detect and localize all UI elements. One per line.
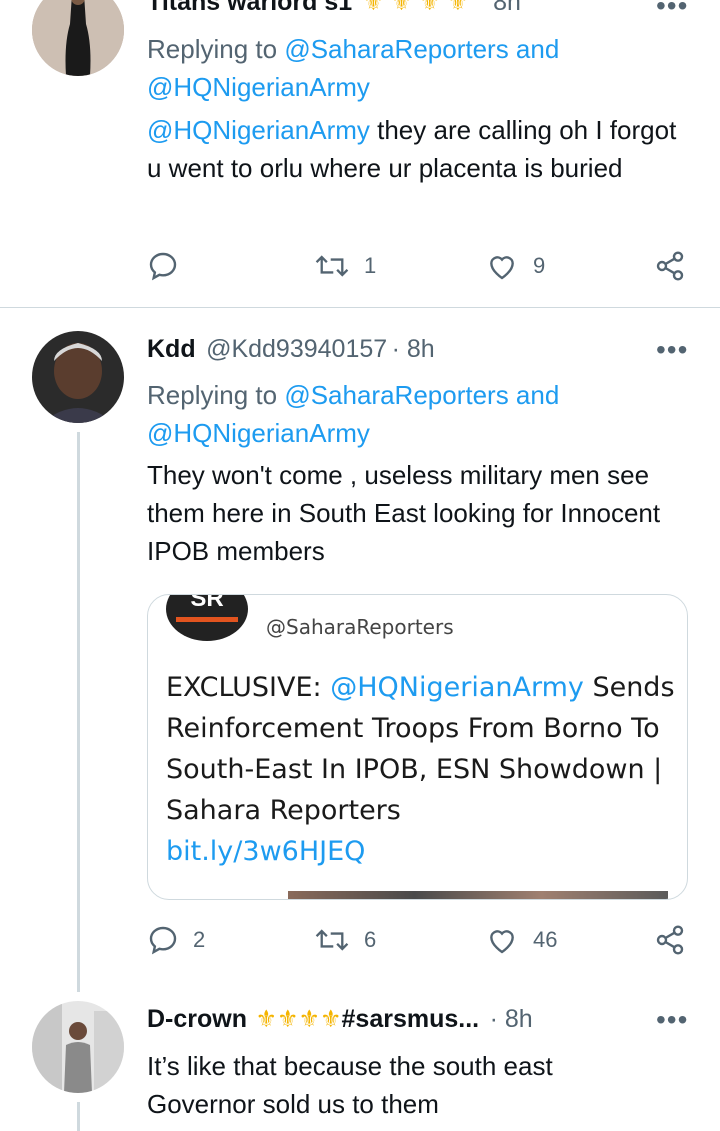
- share-button[interactable]: [654, 250, 686, 282]
- retweet-count: 6: [364, 927, 377, 952]
- tweet-text: It’s like that because the south east Go…: [147, 1051, 553, 1119]
- like-count: 46: [533, 927, 558, 952]
- display-name[interactable]: Titans warlord s1: [147, 0, 352, 16]
- card-handle: @SaharaReporters: [266, 615, 454, 639]
- mention-link[interactable]: @HQNigerianArmy: [330, 672, 584, 703]
- retweet-button[interactable]: 6: [314, 924, 376, 956]
- more-options-icon[interactable]: •••: [656, 1006, 688, 1034]
- thread-line: [77, 1102, 80, 1131]
- share-icon: [656, 925, 684, 955]
- display-name[interactable]: D-crown: [147, 1005, 247, 1033]
- more-options-icon[interactable]: •••: [656, 336, 688, 364]
- mention-link[interactable]: @HQNigerianArmy: [147, 418, 370, 448]
- mention-link[interactable]: @SaharaReporters: [284, 380, 508, 410]
- retweet-icon: [315, 255, 349, 277]
- reply-button[interactable]: [147, 250, 179, 282]
- avatar[interactable]: [32, 331, 124, 423]
- tweet-header: Kdd @Kdd93940157 · 8h: [147, 335, 435, 364]
- crown-emoji-icons: ⚜⚜⚜⚜: [255, 1006, 342, 1033]
- display-name[interactable]: Kdd: [147, 335, 196, 363]
- share-button[interactable]: [654, 924, 686, 956]
- tweet-time[interactable]: 8h: [493, 0, 521, 16]
- reply-button[interactable]: 2: [147, 924, 205, 956]
- like-button[interactable]: 46: [485, 924, 557, 956]
- retweet-icon: [315, 929, 349, 951]
- more-options-icon[interactable]: •••: [656, 0, 688, 20]
- mention-link[interactable]: @SaharaReporters: [284, 34, 508, 64]
- tweet-header: Titans warlord s1 ⚜ ⚜ ⚜ ⚜ 8h: [147, 0, 521, 17]
- sr-logo: SR: [166, 595, 248, 641]
- card-link[interactable]: bit.ly/3w6HJEQ: [166, 836, 365, 867]
- avatar[interactable]: [32, 0, 124, 76]
- thread-line: [77, 432, 80, 992]
- user-handle[interactable]: @Kdd93940157: [206, 335, 387, 363]
- heart-icon: [490, 930, 514, 954]
- like-button[interactable]: 9: [485, 250, 545, 282]
- card-image-strip: [288, 891, 668, 899]
- tweet-divider: [0, 307, 720, 308]
- tweet-time[interactable]: · 8h: [490, 1005, 533, 1033]
- reply-icon: [149, 926, 177, 955]
- card-headline: EXCLUSIVE: @HQNigerianArmy Sends Reinfor…: [166, 672, 675, 867]
- link-card[interactable]: SR @SaharaReporters EXCLUSIVE: @HQNigeri…: [147, 594, 688, 900]
- retweet-button[interactable]: 1: [314, 250, 376, 282]
- like-count: 9: [533, 253, 546, 278]
- share-icon: [656, 251, 684, 281]
- tweet-time[interactable]: · 8h: [392, 335, 435, 363]
- heart-icon: [490, 256, 514, 280]
- avatar[interactable]: [32, 1001, 124, 1093]
- crown-emoji-icons: ⚜ ⚜ ⚜ ⚜: [362, 0, 469, 16]
- replying-to: Replying to @SaharaReporters and @HQNige…: [147, 380, 560, 448]
- retweet-count: 1: [364, 253, 377, 278]
- display-name-hashtag[interactable]: #sarsmus...: [342, 1005, 480, 1033]
- tweet-text: They won't come , useless military men s…: [147, 460, 661, 566]
- replying-to: Replying to @SaharaReporters and @HQNige…: [147, 34, 560, 102]
- reply-icon: [149, 252, 177, 281]
- mention-link[interactable]: @HQNigerianArmy: [147, 72, 370, 102]
- reply-count: 2: [193, 927, 206, 952]
- tweet-text: @HQNigerianArmy they are calling oh I fo…: [147, 115, 677, 183]
- tweet-header: D-crown ⚜⚜⚜⚜#sarsmus... · 8h: [147, 1005, 533, 1034]
- mention-link[interactable]: @HQNigerianArmy: [147, 115, 370, 145]
